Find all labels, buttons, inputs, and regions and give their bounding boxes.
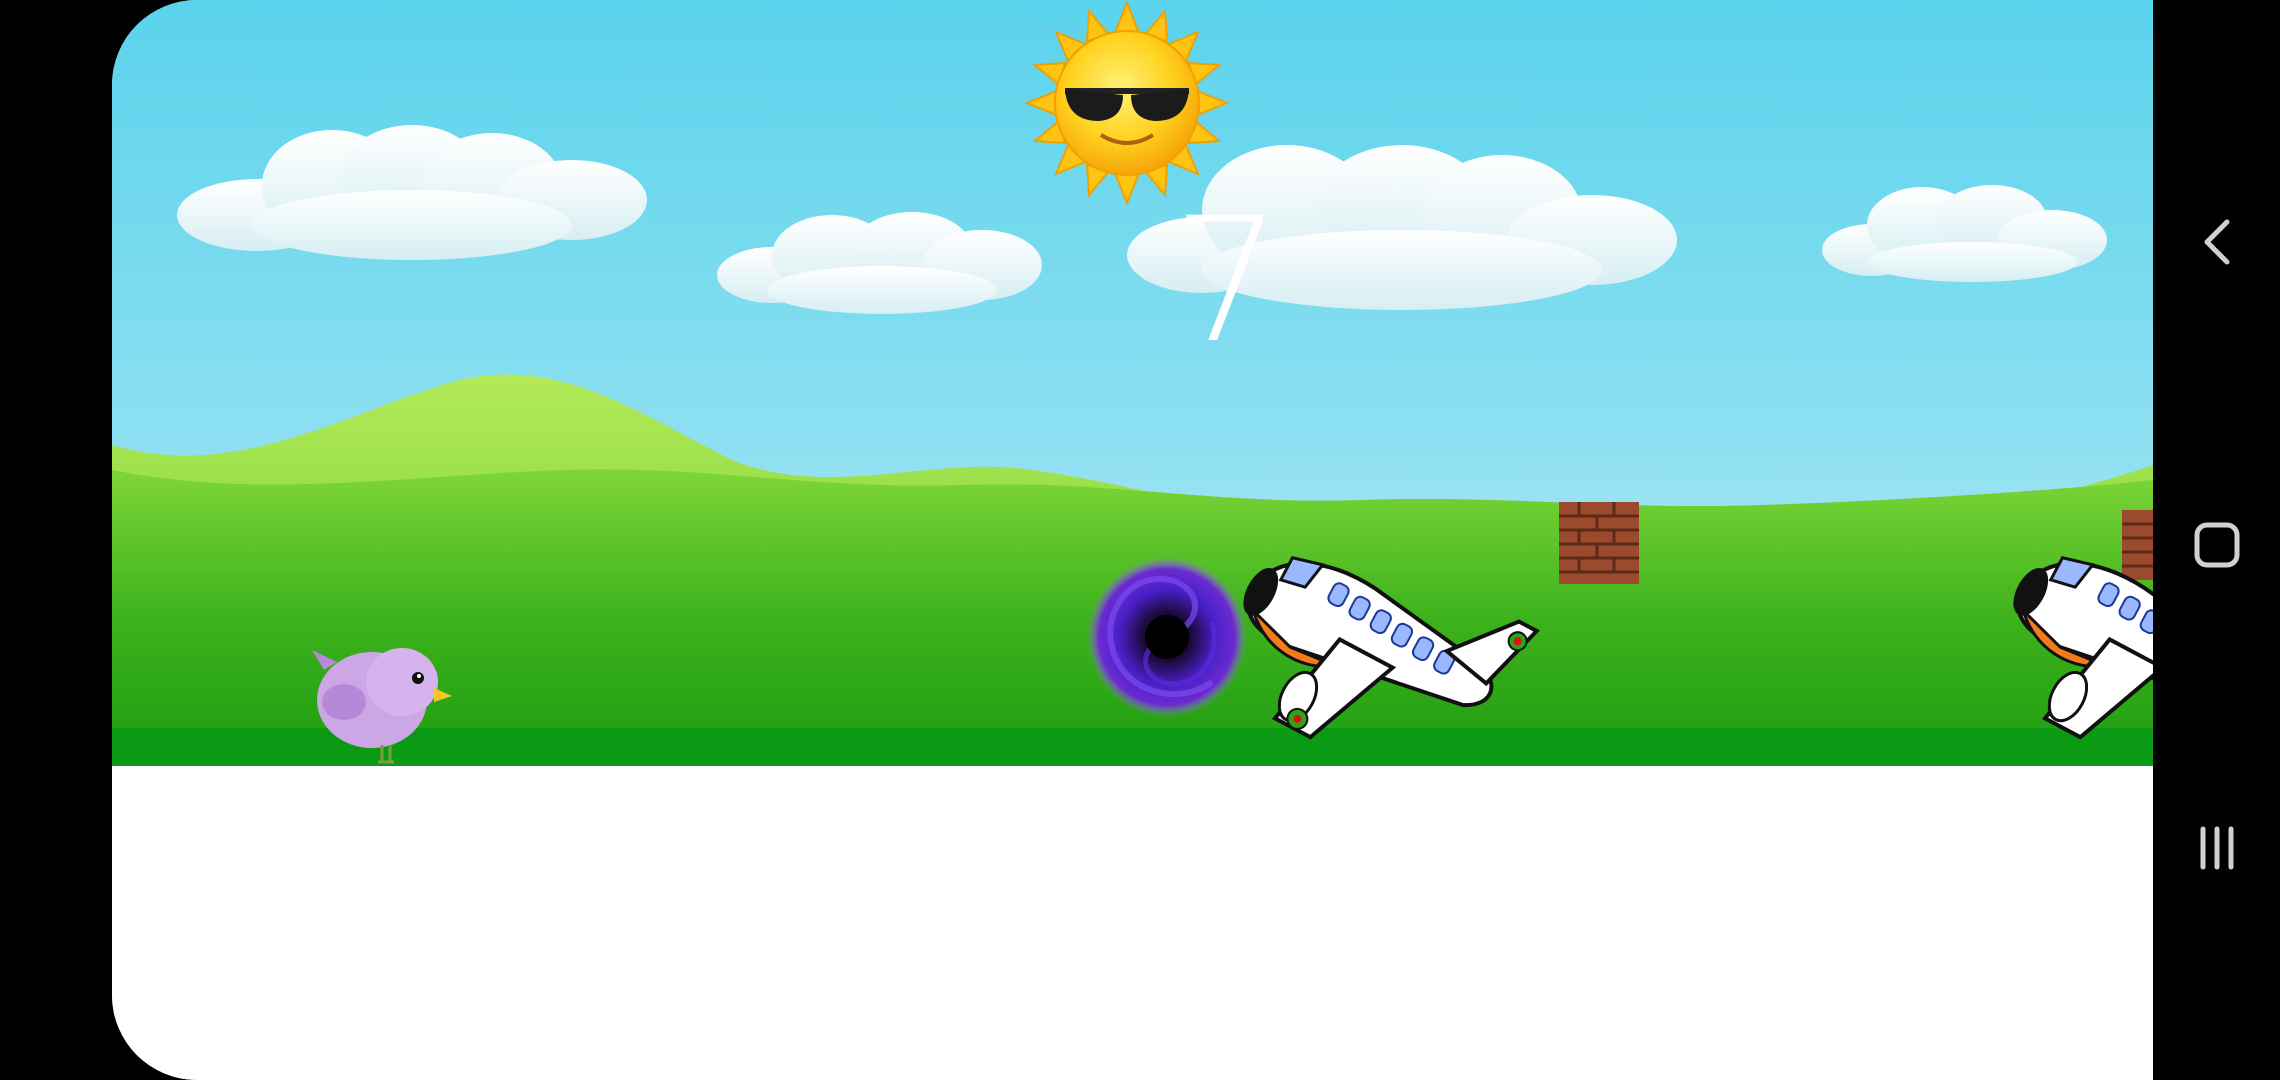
chevron-left-icon xyxy=(2204,219,2230,265)
rounded-square-icon xyxy=(2194,522,2240,568)
brick-obstacle xyxy=(1559,502,1639,584)
home-button[interactable] xyxy=(2181,509,2253,581)
navigation-bar xyxy=(2153,0,2280,1080)
blank-panel xyxy=(112,766,2153,1080)
sun-sprite xyxy=(1024,0,1230,206)
three-bars-icon xyxy=(2200,826,2234,870)
recents-button[interactable] xyxy=(2181,812,2253,884)
game-screen[interactable]: 7 xyxy=(112,0,2153,1080)
game-scene xyxy=(112,0,2153,766)
score-counter: 7 xyxy=(1172,180,1282,381)
game-area[interactable]: 7 xyxy=(112,0,2153,766)
ground-strip xyxy=(112,728,2153,766)
back-button[interactable] xyxy=(2181,206,2253,278)
vortex-obstacle xyxy=(1087,557,1247,717)
brick-obstacle xyxy=(2122,510,2153,580)
